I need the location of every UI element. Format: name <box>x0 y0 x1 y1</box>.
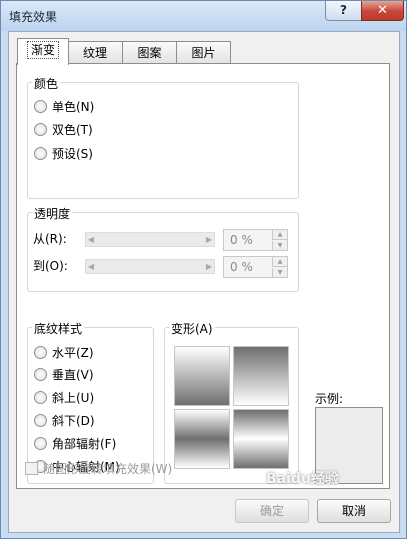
radio-one-color[interactable]: 单色(N) <box>34 99 94 115</box>
radio-button-icon[interactable] <box>34 123 47 136</box>
sample-label: 示例: <box>315 392 344 406</box>
to-slider[interactable]: ◀ ▶ <box>85 259 215 274</box>
spin-up-icon[interactable]: ▲ <box>272 257 287 267</box>
slider-left-arrow-icon[interactable]: ◀ <box>86 260 96 273</box>
help-button[interactable]: ? <box>325 1 362 21</box>
ok-button[interactable]: 确定 <box>235 499 309 523</box>
from-slider[interactable]: ◀ ▶ <box>85 232 215 247</box>
checkbox-icon[interactable] <box>25 462 38 475</box>
radio-diagonal-up[interactable]: 斜上(U) <box>34 390 94 406</box>
spin-down-icon[interactable]: ▼ <box>272 268 287 277</box>
radio-button-icon[interactable] <box>34 414 47 427</box>
tab-gradient-label: 渐变 <box>26 41 59 59</box>
transparency-from-row: 从(R): ◀ ▶ 0 % ▲ ▼ <box>33 229 293 251</box>
radio-button-icon[interactable] <box>34 346 47 359</box>
radio-label: 斜上(U) <box>52 391 95 405</box>
window-title: 填充效果 <box>9 10 58 24</box>
rotate-with-shape-checkbox[interactable]: 随图形旋转填充效果(W) <box>25 460 172 477</box>
spin-up-icon[interactable]: ▲ <box>272 230 287 240</box>
gradient-panel: 颜色 单色(N) 双色(T) 预设(S) 透明度 从(R): ◀ ▶ 0 % ▲… <box>16 63 390 489</box>
transparency-group: 透明度 从(R): ◀ ▶ 0 % ▲ ▼ 到(O): ◀ ▶ 0 % ▲ ▼ <box>27 205 299 292</box>
radio-label: 垂直(V) <box>52 368 94 382</box>
radio-from-corner[interactable]: 角部辐射(F) <box>34 436 116 452</box>
watermark-logo: Baidu经验 <box>266 471 339 487</box>
radio-diagonal-down[interactable]: 斜下(D) <box>34 413 95 429</box>
shading-styles-group-label: 底纹样式 <box>32 320 85 337</box>
radio-button-icon[interactable] <box>34 100 47 113</box>
radio-preset[interactable]: 预设(S) <box>34 146 93 162</box>
radio-label: 角部辐射(F) <box>52 437 117 451</box>
spin-down-icon[interactable]: ▼ <box>272 241 287 250</box>
radio-label: 双色(T) <box>52 123 93 137</box>
colors-group-label: 颜色 <box>32 75 61 92</box>
radio-button-icon[interactable] <box>34 368 47 381</box>
radio-label: 斜下(D) <box>52 414 95 428</box>
radio-label: 预设(S) <box>52 147 93 161</box>
radio-two-colors[interactable]: 双色(T) <box>34 122 93 138</box>
variant-3[interactable] <box>174 409 230 469</box>
cancel-button[interactable]: 取消 <box>317 499 391 523</box>
transparency-to-row: 到(O): ◀ ▶ 0 % ▲ ▼ <box>33 256 293 278</box>
colors-group: 颜色 单色(N) 双色(T) 预设(S) <box>27 75 299 199</box>
tab-texture[interactable]: 纹理 <box>67 41 123 64</box>
radio-vertical[interactable]: 垂直(V) <box>34 367 94 383</box>
transparency-group-label: 透明度 <box>32 205 73 222</box>
radio-button-icon[interactable] <box>34 437 47 450</box>
close-button[interactable]: ✕ <box>361 1 404 21</box>
title-bar[interactable]: 填充效果 ? ✕ <box>1 1 406 31</box>
variant-4[interactable] <box>233 409 289 469</box>
to-value: 0 % <box>230 260 253 274</box>
rotate-with-shape-label: 随图形旋转填充效果(W) <box>43 462 173 476</box>
radio-button-icon[interactable] <box>34 391 47 404</box>
tab-gradient[interactable]: 渐变 <box>17 38 69 65</box>
slider-right-arrow-icon[interactable]: ▶ <box>204 233 214 246</box>
from-value: 0 % <box>230 233 253 247</box>
tab-picture[interactable]: 图片 <box>176 41 231 64</box>
to-spinbox[interactable]: 0 % ▲ ▼ <box>223 256 288 278</box>
to-label: 到(O): <box>33 259 68 273</box>
from-label: 从(R): <box>33 232 67 246</box>
variants-group: 变形(A) <box>164 320 299 484</box>
radio-horizontal[interactable]: 水平(Z) <box>34 345 94 361</box>
slider-right-arrow-icon[interactable]: ▶ <box>204 260 214 273</box>
slider-left-arrow-icon[interactable]: ◀ <box>86 233 96 246</box>
variant-2[interactable] <box>233 346 289 406</box>
dialog-window: 填充效果 ? ✕ 渐变 纹理 图案 图片 颜色 单色(N) 双色(T) 预设(S… <box>0 0 407 539</box>
dialog-body: 渐变 纹理 图案 图片 颜色 单色(N) 双色(T) 预设(S) 透明度 从(R… <box>8 31 400 533</box>
radio-label: 水平(Z) <box>52 346 94 360</box>
radio-button-icon[interactable] <box>34 147 47 160</box>
tab-pattern[interactable]: 图案 <box>122 41 177 64</box>
radio-label: 单色(N) <box>52 100 95 114</box>
variants-group-label: 变形(A) <box>169 320 215 337</box>
from-spinbox[interactable]: 0 % ▲ ▼ <box>223 229 288 251</box>
variant-1[interactable] <box>174 346 230 406</box>
